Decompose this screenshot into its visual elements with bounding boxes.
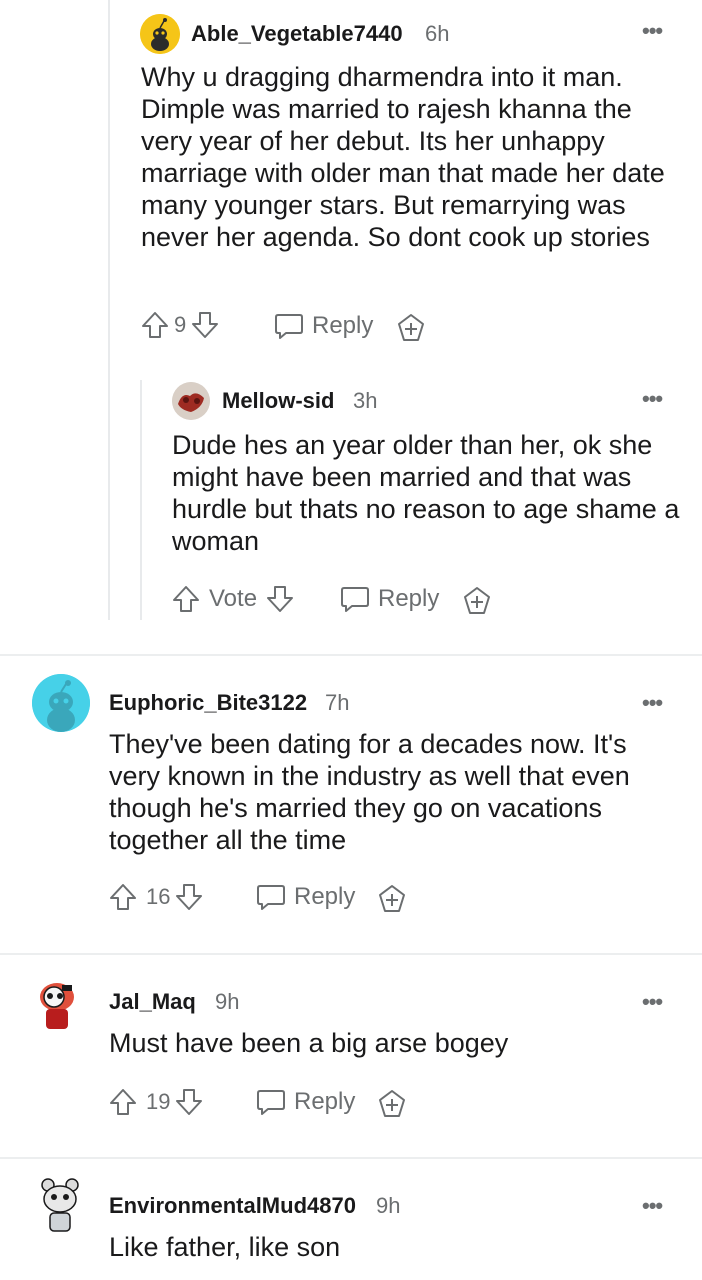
downvote-icon[interactable] [174, 1087, 204, 1117]
comment-body: Why u dragging dharmendra into it man. D… [141, 62, 665, 252]
timestamp: 9h [376, 1193, 401, 1218]
vote-count: 9 [174, 312, 187, 337]
username[interactable]: EnvironmentalMud4870 [109, 1193, 356, 1219]
reply-label: Reply [294, 883, 356, 910]
award-icon [376, 883, 408, 915]
upvote-icon[interactable] [108, 882, 138, 912]
comment-body: Like father, like son [109, 1232, 341, 1262]
downvote-icon[interactable] [265, 584, 295, 614]
more-options-icon[interactable]: ••• [642, 386, 663, 412]
downvote-icon[interactable] [190, 310, 220, 340]
thread-line [108, 0, 110, 620]
vote-count: 19 [146, 1089, 171, 1114]
award-icon [461, 585, 493, 617]
award-button[interactable] [376, 883, 408, 915]
upvote-icon[interactable] [140, 310, 170, 340]
more-options-icon[interactable]: ••• [642, 989, 663, 1015]
timestamp: 9h [215, 989, 240, 1014]
award-button[interactable] [376, 1088, 408, 1120]
more-options-icon[interactable]: ••• [642, 18, 663, 44]
more-options-icon[interactable]: ••• [642, 1193, 663, 1219]
award-button[interactable] [395, 312, 427, 344]
comment-separator [0, 1157, 702, 1159]
vote-count: 16 [146, 884, 171, 909]
reply-label: Reply [312, 312, 374, 339]
timestamp: 6h [425, 21, 450, 46]
timestamp: 7h [325, 690, 350, 715]
reply-button[interactable]: Reply [273, 311, 373, 341]
username[interactable]: Jal_Maq [109, 989, 196, 1015]
avatar[interactable] [32, 674, 90, 732]
reply-button[interactable]: Reply [255, 882, 355, 912]
username[interactable]: Euphoric_Bite3122 [109, 690, 307, 716]
comment-body: Dude hes an year older than her, ok she … [172, 430, 680, 556]
award-button[interactable] [461, 585, 493, 617]
avatar[interactable] [36, 1175, 84, 1235]
upvote-icon[interactable] [108, 1087, 138, 1117]
avatar[interactable] [140, 14, 180, 54]
vote-label: Vote [209, 585, 258, 612]
award-icon [376, 1088, 408, 1120]
reply-icon [273, 311, 305, 341]
username[interactable]: Able_Vegetable7440 [191, 21, 403, 47]
username[interactable]: Mellow-sid [222, 388, 334, 414]
comment-separator [0, 953, 702, 955]
avatar[interactable] [32, 975, 82, 1033]
reply-label: Reply [378, 585, 440, 612]
comment-separator [0, 654, 702, 656]
reply-icon [255, 1087, 287, 1117]
reply-icon [255, 882, 287, 912]
upvote-icon[interactable] [171, 584, 201, 614]
thread-line [140, 380, 142, 620]
reply-icon [339, 584, 371, 614]
comment-body: Must have been a big arse bogey [109, 1028, 509, 1058]
reply-button[interactable]: Reply [339, 584, 439, 614]
reply-label: Reply [294, 1088, 356, 1115]
avatar[interactable] [172, 382, 210, 420]
more-options-icon[interactable]: ••• [642, 690, 663, 716]
reply-button[interactable]: Reply [255, 1087, 355, 1117]
comment-body: They've been dating for a decades now. I… [109, 729, 630, 855]
timestamp: 3h [353, 388, 378, 413]
downvote-icon[interactable] [174, 882, 204, 912]
award-icon [395, 312, 427, 344]
